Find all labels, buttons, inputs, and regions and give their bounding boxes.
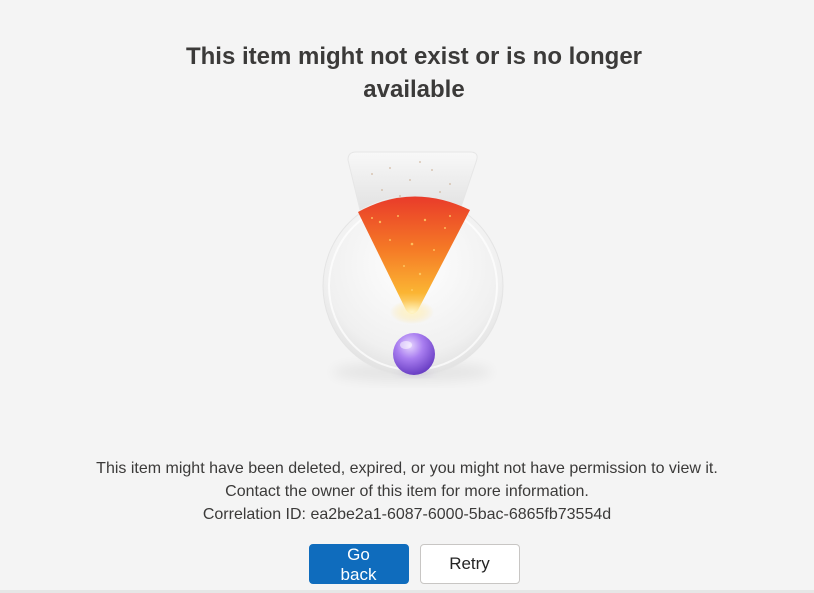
page-title: This item might not exist or is no longe… — [185, 43, 643, 103]
message-line-deleted: This item might have been deleted, expir… — [96, 460, 718, 477]
error-message: This item might have been deleted, expir… — [20, 457, 794, 526]
retry-button[interactable]: Retry — [419, 544, 520, 584]
correlation-id: Correlation ID: ea2be2a1-6087-6000-5bac-… — [202, 506, 612, 523]
error-page: This item might not exist or is no longe… — [0, 0, 814, 593]
exclamation-illustration-icon — [300, 140, 520, 390]
action-buttons: Go back Retry — [0, 544, 814, 584]
exclamation-illustration-svg — [322, 151, 504, 382]
message-line-contact-owner: Contact the owner of this item for more … — [225, 483, 589, 500]
go-back-button[interactable]: Go back — [308, 544, 409, 584]
